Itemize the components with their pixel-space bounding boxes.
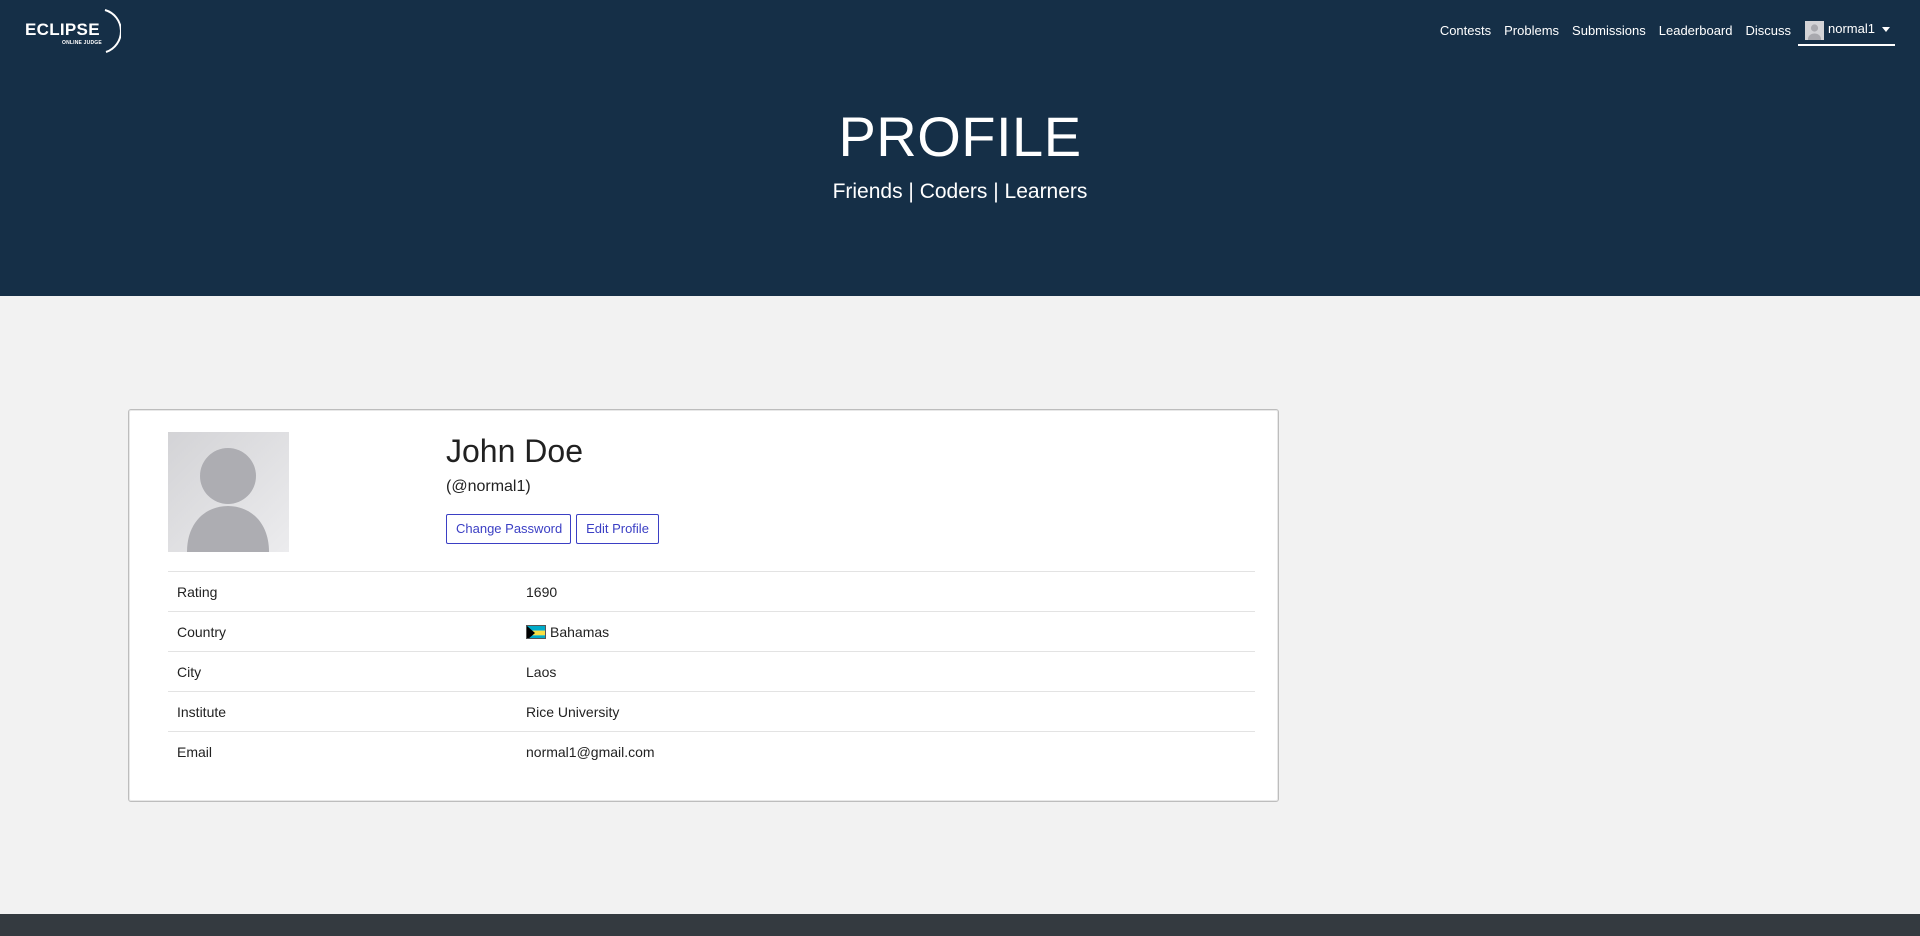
user-menu-dropdown[interactable]: normal1 xyxy=(1798,18,1895,46)
country-name: Bahamas xyxy=(550,624,610,640)
nav-leaderboard[interactable]: Leaderboard xyxy=(1659,23,1733,38)
row-label-country: Country xyxy=(177,624,227,640)
table-row: Institute Rice University xyxy=(168,691,1255,731)
row-value-rating: 1690 xyxy=(526,584,558,600)
person-icon xyxy=(1805,21,1824,40)
row-label-rating: Rating xyxy=(177,584,218,600)
chevron-down-icon xyxy=(1882,27,1890,32)
nav-submissions[interactable]: Submissions xyxy=(1572,23,1646,38)
bahamas-flag-icon xyxy=(526,625,546,639)
edit-profile-button[interactable]: Edit Profile xyxy=(576,514,659,544)
footer xyxy=(0,914,1920,936)
table-row: Email normal1@gmail.com xyxy=(168,731,1255,771)
user-name: normal1 xyxy=(1828,21,1875,36)
row-value-email: normal1@gmail.com xyxy=(526,744,655,760)
table-row: City Laos xyxy=(168,651,1255,691)
row-label-email: Email xyxy=(177,744,213,760)
profile-avatar xyxy=(168,432,289,552)
logo-subtext: ONLINE JUDGE xyxy=(62,40,102,46)
profile-full-name: John Doe xyxy=(446,433,583,469)
row-value-institute: Rice University xyxy=(526,704,620,720)
table-row: Country Bahamas xyxy=(168,611,1255,651)
nav-discuss[interactable]: Discuss xyxy=(1745,23,1791,38)
eclipse-logo[interactable]: ECLIPSE ONLINE JUDGE xyxy=(25,8,121,54)
person-silhouette-icon xyxy=(168,432,289,552)
nav-problems[interactable]: Problems xyxy=(1504,23,1559,38)
row-label-institute: Institute xyxy=(177,704,227,720)
user-avatar xyxy=(1805,21,1824,40)
page-title: PROFILE xyxy=(838,105,1082,168)
header-banner: ECLIPSE ONLINE JUDGE Contests Problems S… xyxy=(0,0,1920,296)
logo-text: ECLIPSE xyxy=(25,20,100,39)
profile-handle: (@normal1) xyxy=(446,478,531,495)
table-row: Rating 1690 xyxy=(168,571,1255,611)
nav-contests[interactable]: Contests xyxy=(1440,23,1491,38)
row-value-city: Laos xyxy=(526,664,557,680)
top-nav: Contests Problems Submissions Leaderboar… xyxy=(1440,20,1791,40)
change-password-button[interactable]: Change Password xyxy=(446,514,571,544)
row-value-country: Bahamas xyxy=(526,624,609,640)
row-label-city: City xyxy=(177,664,202,680)
profile-card: John Doe (@normal1) Change Password Edit… xyxy=(128,409,1279,802)
profile-info-table: Rating 1690 Country Bahamas City Laos In… xyxy=(168,571,1255,771)
page-subtitle: Friends | Coders | Learners xyxy=(832,180,1088,203)
